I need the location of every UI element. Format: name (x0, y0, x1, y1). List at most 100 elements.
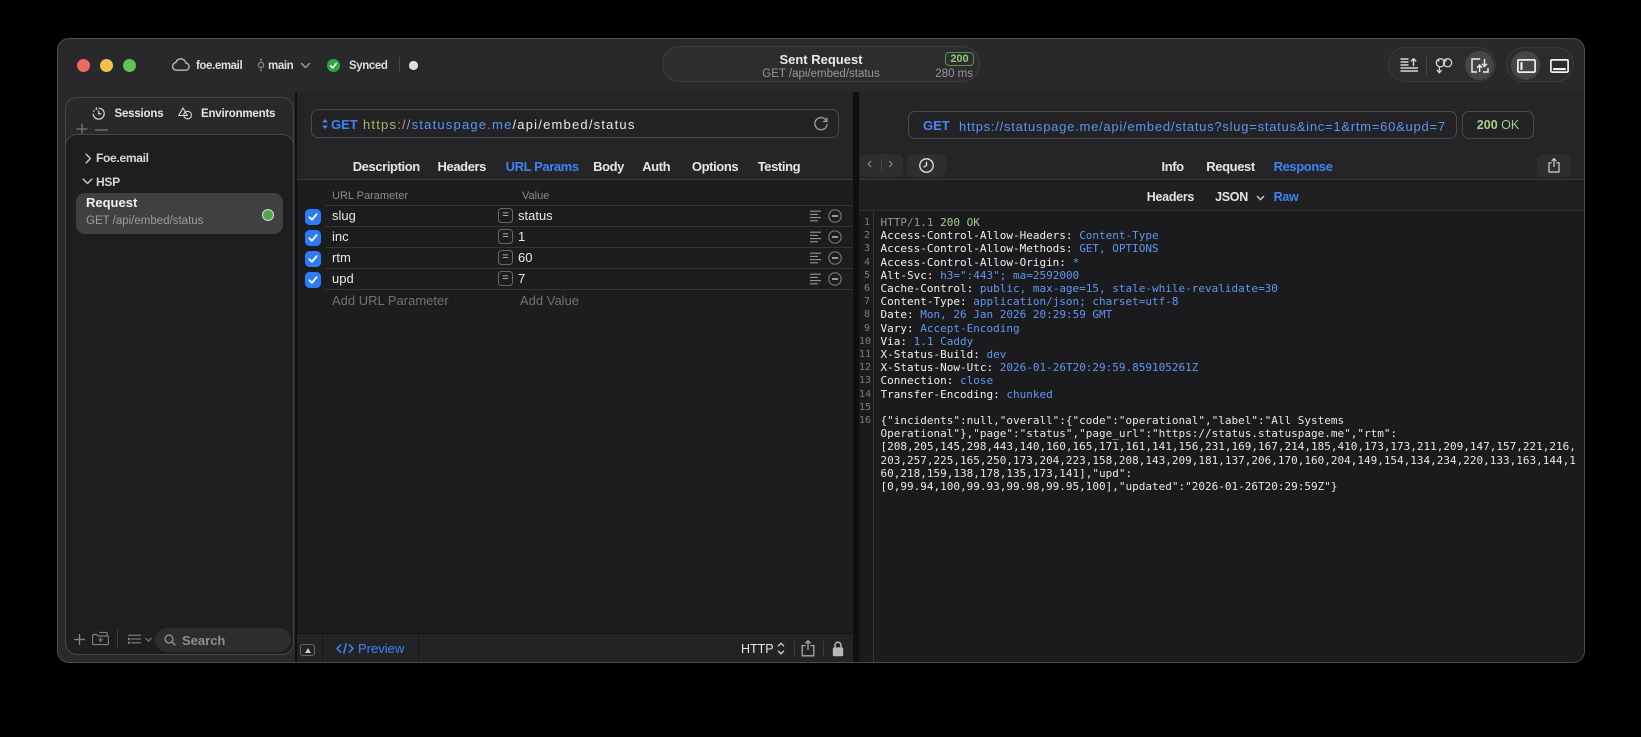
chevron-down-icon[interactable] (300, 62, 311, 69)
code-segment: * (1072, 255, 1080, 269)
code-line: 12 X-Status-Now-Utc: 2026-01-26T20:29:59.… (859, 361, 1584, 375)
share-icon[interactable] (801, 640, 815, 657)
code-segment: Content-Type: (880, 295, 974, 309)
param-value[interactable]: 1 (518, 229, 525, 244)
response-subtab-json[interactable]: JSON (1215, 190, 1248, 204)
request-tab-options[interactable]: Options (692, 159, 739, 174)
text-lines-icon[interactable] (810, 210, 822, 222)
add-folder-icon[interactable] (92, 631, 110, 646)
code-segment: application/json; charset=utf-8 (973, 295, 1179, 309)
request-list-item[interactable]: Request GET /api/embed/status (76, 193, 283, 234)
layout-sidebar-icon[interactable] (1516, 58, 1536, 73)
code-line: 6 Cache-Control: public, max-age=15, stal… (859, 282, 1584, 295)
send-receive-icon[interactable] (1471, 58, 1489, 73)
response-tab-response[interactable]: Response (1274, 159, 1333, 174)
request-tab-url-params[interactable]: URL Params (506, 159, 579, 174)
export-response-button[interactable] (1537, 154, 1571, 177)
param-name[interactable]: slug (332, 208, 356, 223)
search-field[interactable]: Search (155, 628, 291, 652)
nav-back-icon[interactable]: ‹ (867, 155, 872, 173)
response-raw-view[interactable]: 1 HTTP/1.1 200 OK 2 Access-Control-Allow-He… (859, 211, 1584, 662)
response-subtabs: Headers JSON Raw (859, 181, 1584, 211)
remove-row-icon[interactable] (828, 208, 842, 223)
line-number: 5 (863, 269, 870, 281)
method-select-arrows-icon[interactable] (321, 118, 329, 130)
remove-row-icon[interactable] (828, 229, 842, 244)
request-url-text[interactable]: https://statuspage.me/api/embed/status (363, 117, 636, 132)
param-name[interactable]: inc (332, 229, 349, 244)
response-tab-request[interactable]: Request (1206, 159, 1255, 174)
code-line: 13 Connection: close (859, 374, 1584, 387)
code-segment: Access-Control-Allow-Headers: (880, 229, 1080, 243)
chevron-right-icon[interactable] (85, 153, 92, 164)
param-value[interactable]: 60 (518, 250, 532, 265)
line-number: 1 (863, 216, 870, 228)
code-segment: Alt-Svc: (880, 268, 941, 282)
chevron-down-tree-icon[interactable] (82, 178, 93, 185)
request-status-dot (262, 208, 274, 221)
url-path: /api/embed/status (512, 116, 636, 132)
code-segment: 2026-01-26T20:29:59.859105261Z (999, 361, 1199, 375)
param-checkbox[interactable] (305, 208, 321, 225)
param-checkbox[interactable] (305, 250, 321, 267)
preview-label[interactable]: Preview (358, 641, 404, 656)
refresh-icon[interactable] (813, 116, 829, 132)
nav-forward-icon[interactable]: › (888, 155, 893, 173)
sent-url: https://statuspage.me/api/embed/status?s… (959, 118, 1446, 134)
param-value[interactable]: status (518, 208, 553, 223)
add-param-placeholder[interactable]: Add URL Parameter (332, 293, 449, 308)
text-lines-icon[interactable] (810, 231, 822, 243)
response-subtab-raw[interactable]: Raw (1274, 190, 1299, 204)
request-tab-headers[interactable]: Headers (438, 159, 487, 174)
remove-row-icon[interactable] (828, 250, 842, 265)
code-segment: Access-Control-Allow-Methods: (880, 242, 1080, 256)
remove-row-icon[interactable] (828, 271, 842, 286)
response-tab-info[interactable]: Info (1162, 159, 1185, 174)
line-text: Connection: close (881, 374, 994, 387)
tree-group-hsp[interactable]: HSP (96, 175, 120, 189)
response-subtab-headers[interactable]: Headers (1147, 190, 1195, 204)
request-tab-testing[interactable]: Testing (758, 159, 801, 174)
sidebar-tab-environments[interactable]: Environments (201, 108, 275, 120)
code-segment: Via: (880, 334, 914, 348)
code-segment: Transfer-Encoding: (880, 387, 1007, 401)
param-checkbox[interactable] (305, 229, 321, 246)
remove-session-icon[interactable] (95, 128, 108, 131)
import-merge-icon[interactable] (1435, 58, 1453, 74)
request-tab-auth[interactable]: Auth (642, 159, 670, 174)
sidebar-tab-sessions[interactable]: Sessions (115, 108, 164, 120)
code-segment: Access-Control-Allow-Origin: (880, 255, 1073, 269)
request-status-pill[interactable]: Sent Request GET /api/embed/status 200 2… (662, 46, 980, 82)
request-tab-description[interactable]: Description (353, 159, 421, 174)
request-url-section: GET https://statuspage.me/api/embed/stat… (297, 92, 853, 180)
line-text: Vary: Accept-Encoding (881, 322, 1020, 335)
request-url-bar[interactable]: GET https://statuspage.me/api/embed/stat… (311, 109, 839, 138)
export-list-icon[interactable] (1400, 58, 1419, 72)
code-line: 3 Access-Control-Allow-Methods: GET, OPTI… (859, 242, 1584, 256)
code-line: 7 Content-Type: application/json; charset… (859, 295, 1584, 309)
footer-separator-1 (322, 634, 323, 662)
protocol-label[interactable]: HTTP (741, 642, 774, 656)
text-lines-icon[interactable] (810, 273, 822, 285)
sort-list-icon[interactable] (128, 634, 155, 645)
param-name[interactable]: rtm (332, 250, 351, 265)
add-request-icon[interactable] (74, 634, 85, 645)
line-number: 13 (859, 375, 872, 387)
param-name[interactable]: upd (332, 271, 354, 286)
line-text: [0,99.94,100,99.93,99.98,99.95,100],"upd… (881, 480, 1338, 493)
history-clock-button[interactable] (906, 154, 946, 177)
request-method[interactable]: GET (331, 117, 358, 132)
tree-group-foe-email[interactable]: Foe.email (96, 151, 149, 165)
param-checkbox[interactable] (305, 271, 321, 288)
add-value-placeholder[interactable]: Add Value (520, 293, 579, 308)
code-segment: 203,257,225,165,250,173,204,223,158,208,… (880, 453, 1576, 467)
sent-request-url-bar[interactable]: GET https://statuspage.me/api/embed/stat… (908, 111, 1457, 139)
share-response-icon (1548, 157, 1560, 173)
text-lines-icon[interactable] (810, 252, 822, 264)
titlebar-separator (399, 57, 400, 72)
request-tab-body[interactable]: Body (593, 159, 624, 174)
collapse-editor-button[interactable] (300, 644, 315, 656)
layout-bottom-icon[interactable] (1550, 58, 1569, 73)
protocol-select-arrows-icon[interactable] (777, 642, 785, 655)
param-value[interactable]: 7 (518, 271, 525, 286)
